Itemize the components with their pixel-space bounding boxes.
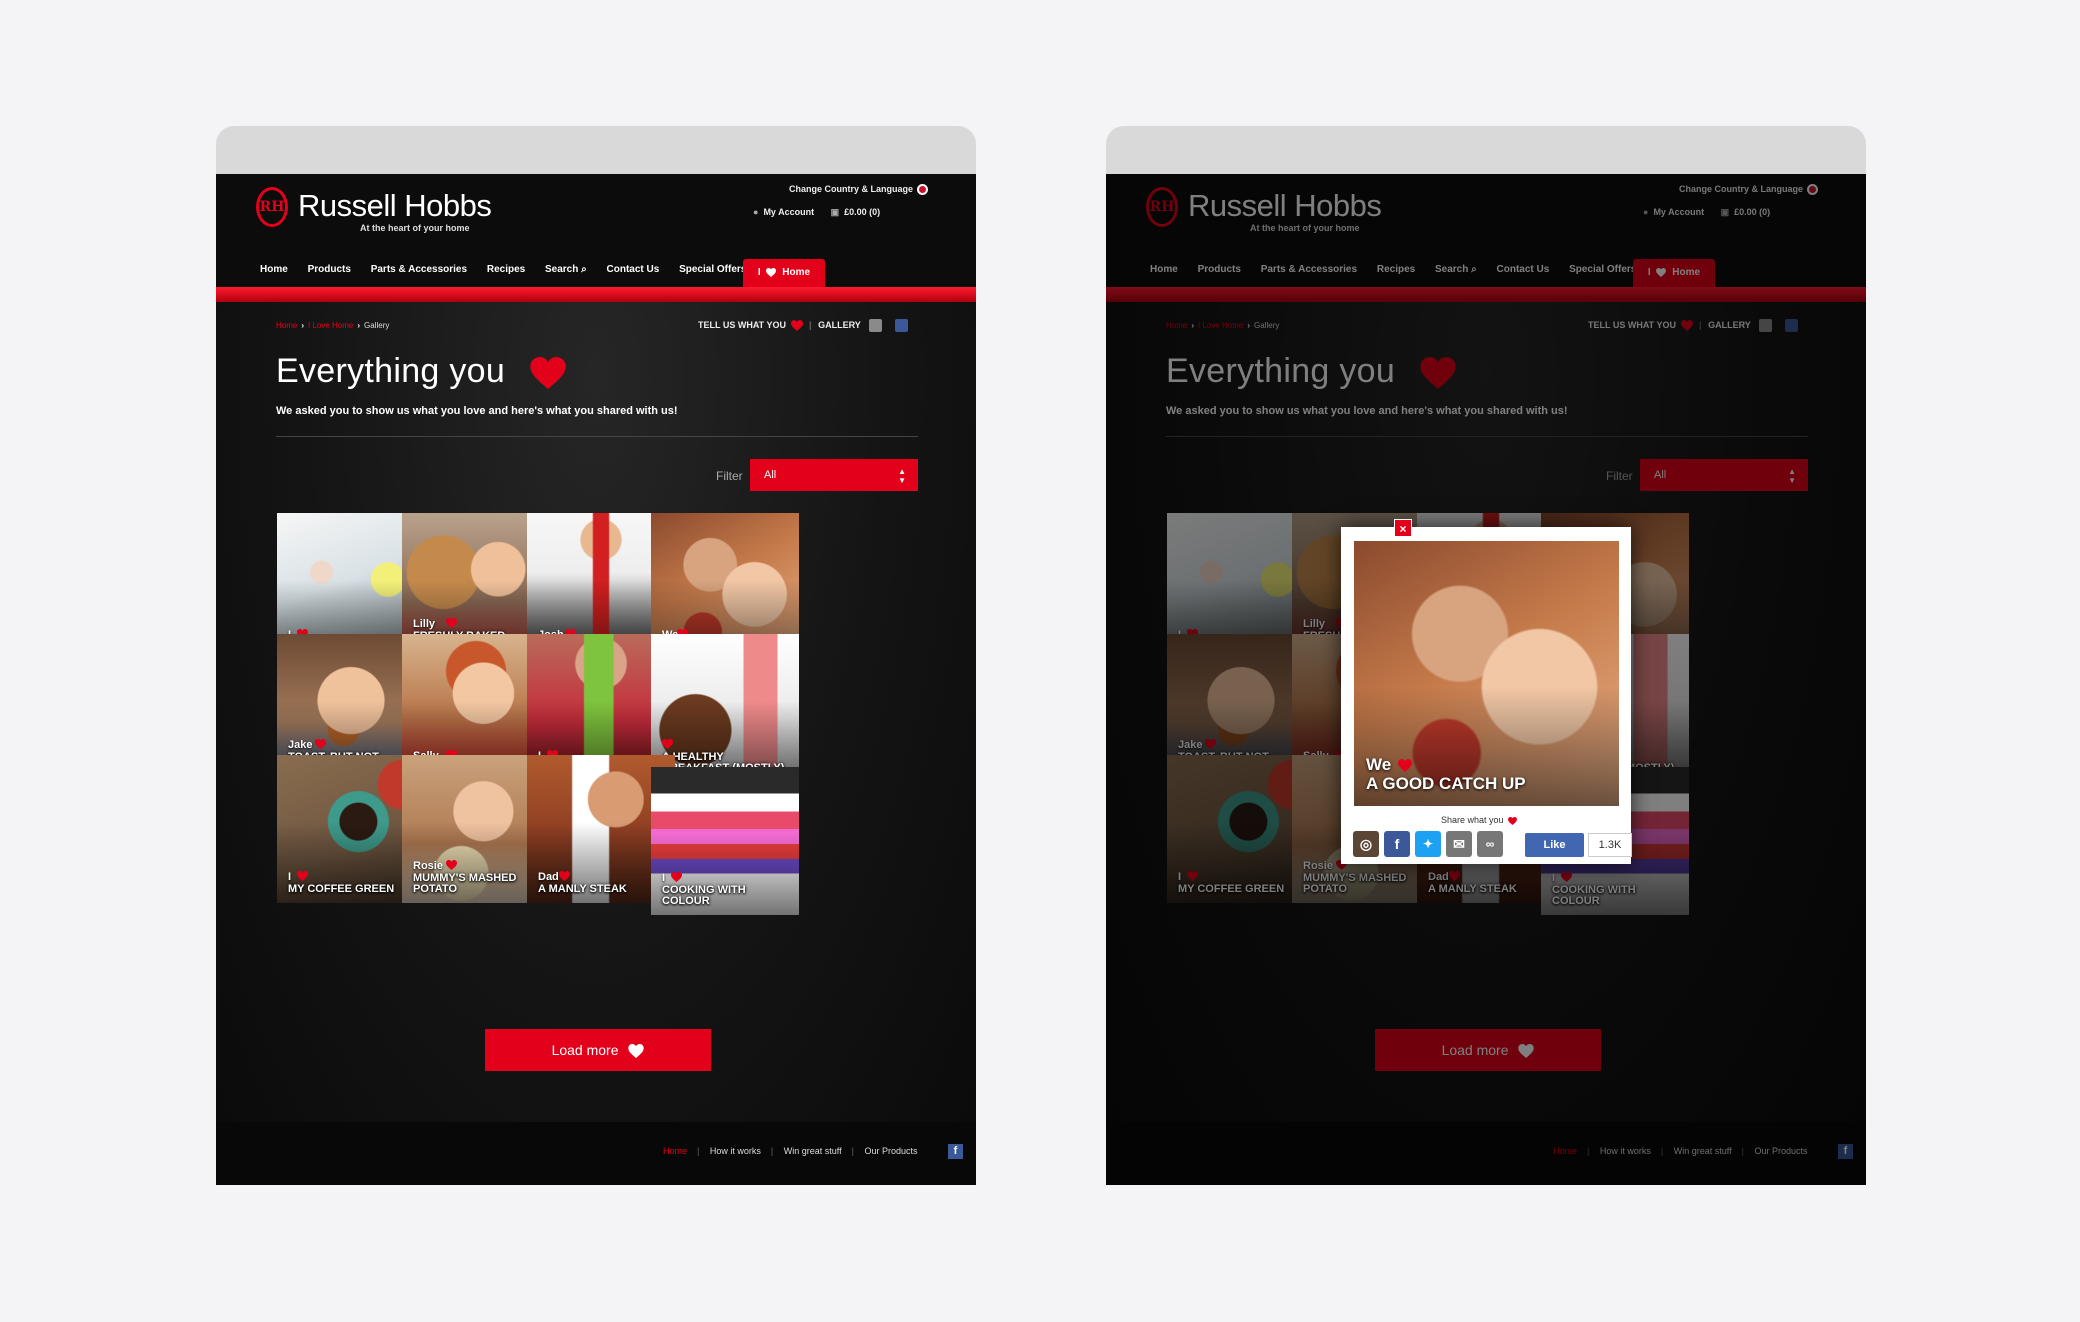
divider	[276, 436, 918, 437]
instagram-icon[interactable]: ◎	[1353, 831, 1379, 857]
nav-home[interactable]: Home	[260, 264, 288, 275]
brand-tagline: At the heart of your home	[360, 223, 470, 233]
tile-caption: COOKING WITH COLOUR	[662, 884, 746, 907]
page-title: Everything you	[276, 352, 506, 390]
heart-icon	[791, 320, 803, 331]
gallery-link[interactable]: GALLERY	[818, 320, 861, 330]
country-selector[interactable]: Change Country & Language	[789, 184, 928, 196]
nav-contact[interactable]: Contact Us	[607, 264, 660, 275]
footer-products-link[interactable]: Our Products	[864, 1146, 917, 1156]
modal-photo: We A GOOD CATCH UP	[1354, 541, 1619, 806]
heart-icon	[662, 739, 673, 749]
search-icon: ⌕	[581, 264, 587, 275]
footer-home-link[interactable]: Home	[663, 1146, 687, 1156]
nav-parts[interactable]: Parts & Accessories	[371, 264, 467, 275]
nav-recipes[interactable]: Recipes	[487, 264, 525, 275]
browser-chrome	[1106, 126, 1866, 174]
heart-icon	[628, 1044, 644, 1058]
main-nav: Home Products Parts & Accessories Recipe…	[260, 264, 763, 275]
my-account-link[interactable]: My Account	[763, 207, 814, 217]
photo-modal: We A GOOD CATCH UP Share what you ◎ f ✦ …	[1341, 527, 1632, 864]
filter-label: Filter	[716, 469, 743, 483]
like-button[interactable]: Like	[1525, 833, 1584, 857]
like-count: 1.3K	[1588, 833, 1632, 857]
breadcrumb-home[interactable]: Home	[276, 321, 297, 330]
facebook-icon[interactable]	[894, 319, 908, 332]
email-icon[interactable]: ✉	[1446, 831, 1472, 857]
tile-author: Rosie	[413, 860, 443, 872]
breadcrumb: Home›I Love Home›Gallery	[276, 321, 390, 330]
tile-author: Lilly	[413, 618, 436, 630]
user-icon: ●	[753, 207, 759, 217]
tile-author: I	[288, 871, 292, 883]
nav-underline	[216, 287, 976, 302]
modal-who: We	[1366, 755, 1392, 774]
filter-select[interactable]: All ▲▼	[750, 459, 918, 491]
gallery-page: RH Russell Hobbs At the heart of your ho…	[216, 174, 976, 1185]
breadcrumb-section[interactable]: I Love Home	[308, 321, 353, 330]
basket-total[interactable]: £0.00 (0)	[844, 207, 880, 217]
select-arrows-icon: ▲▼	[898, 467, 906, 485]
tile-author: Dad	[538, 871, 559, 883]
tile-caption: A MANLY STEAK	[538, 883, 627, 895]
share-label: Share what you	[1441, 815, 1517, 825]
nav-products[interactable]: Products	[308, 264, 351, 275]
tile-caption: MY COFFEE GREEN	[288, 883, 395, 895]
heart-icon	[671, 872, 682, 882]
heart-icon	[446, 618, 457, 628]
social-bar: TELL US WHAT YOU | GALLERY	[698, 319, 908, 332]
gallery-page-with-modal: RH Russell Hobbs At the heart of your ho…	[1106, 174, 1866, 1185]
footer-how-link[interactable]: How it works	[710, 1146, 761, 1156]
browser-chrome	[216, 126, 976, 174]
heart-icon	[1508, 817, 1517, 825]
nav-search[interactable]: Search ⌕	[545, 264, 587, 275]
heart-icon	[315, 739, 326, 749]
twitter-icon[interactable]: ✦	[1415, 831, 1441, 857]
tile-author: Jake	[288, 739, 313, 751]
heart-icon	[559, 871, 570, 881]
breadcrumb-current: Gallery	[364, 321, 390, 330]
facebook-icon[interactable]: f	[948, 1144, 963, 1159]
close-button[interactable]: ×	[1394, 519, 1412, 537]
tile-author: I	[662, 872, 666, 884]
footer-nav: Home| How it works| Win great stuff| Our…	[663, 1146, 918, 1156]
mockup-gallery-modal: RH Russell Hobbs At the heart of your ho…	[1106, 126, 1866, 1185]
heart-icon	[1398, 759, 1412, 772]
nav-i-love-home-tab[interactable]: I Home	[743, 259, 825, 287]
heart-icon	[530, 357, 566, 389]
heart-icon	[766, 268, 776, 277]
footer-win-link[interactable]: Win great stuff	[784, 1146, 842, 1156]
brand-logo-icon[interactable]: RH	[256, 187, 288, 227]
mockup-gallery: RH Russell Hobbs At the heart of your ho…	[216, 126, 976, 1185]
modal-caption: A GOOD CATCH UP	[1366, 774, 1526, 793]
tile-caption: MUMMY'S MASHED POTATO	[413, 872, 517, 895]
page-subtitle: We asked you to show us what you love an…	[276, 405, 678, 417]
brand-name[interactable]: Russell Hobbs	[298, 188, 492, 224]
uk-flag-icon	[917, 184, 928, 196]
nav-offers[interactable]: Special Offers	[679, 264, 746, 275]
tell-us-link[interactable]: TELL US WHAT YOU	[698, 320, 786, 330]
gallery-tile[interactable]: ICOOKING WITH COLOUR	[651, 767, 799, 915]
basket-icon: ▣	[830, 207, 840, 217]
site-header: RH Russell Hobbs At the heart of your ho…	[216, 174, 976, 302]
link-icon[interactable]: ∞	[1477, 831, 1503, 857]
instagram-icon[interactable]	[869, 319, 883, 332]
load-more-button[interactable]: Load more	[485, 1029, 711, 1071]
heart-icon	[446, 860, 457, 870]
facebook-icon[interactable]: f	[1384, 831, 1410, 857]
account-bar: ● My Account ▣ £0.00 (0)	[753, 207, 880, 218]
heart-icon	[297, 871, 308, 881]
